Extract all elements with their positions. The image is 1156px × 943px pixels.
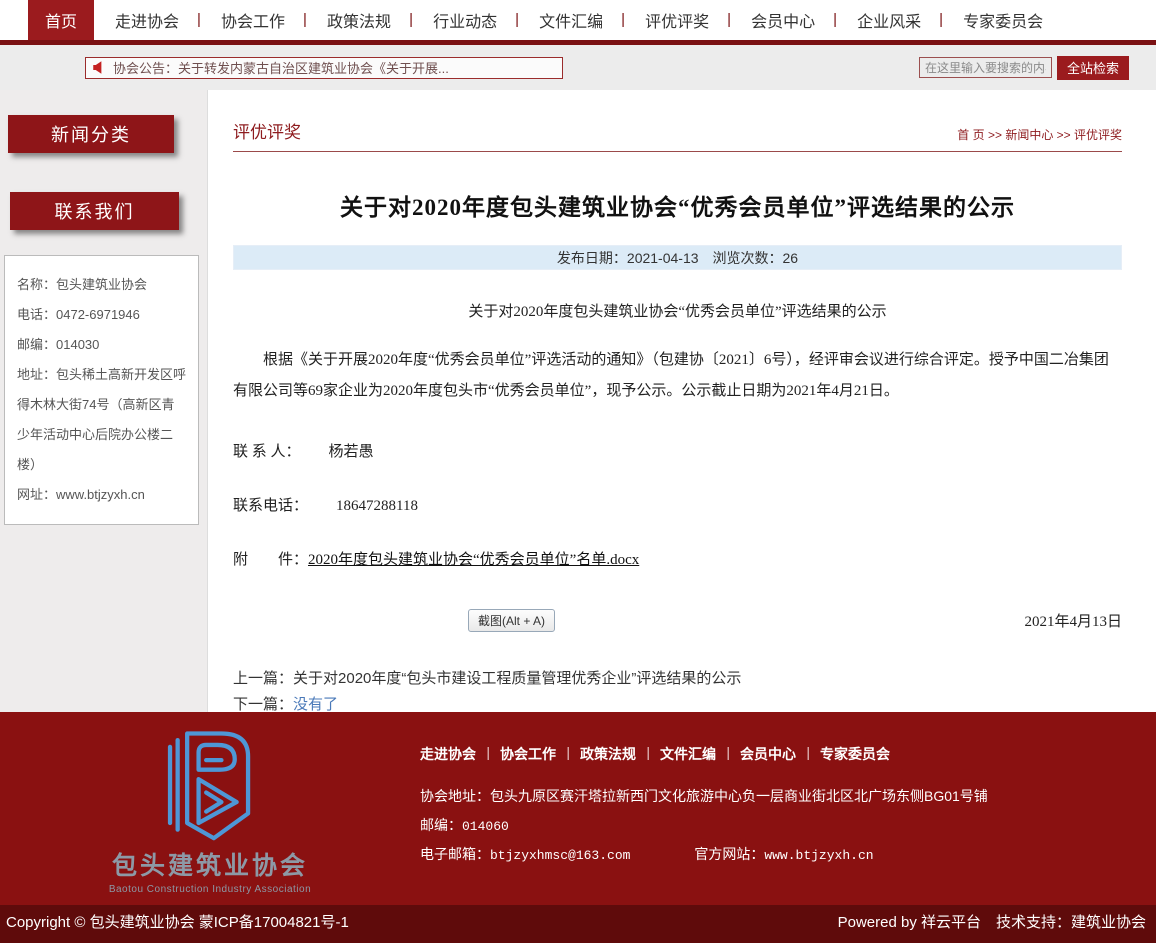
footer-logo-caption: Baotou Construction Industry Association — [109, 884, 311, 895]
footer-link-policies[interactable]: 政策法规 — [580, 744, 650, 764]
nav-item-home[interactable]: 首页 — [28, 0, 94, 40]
contact-phone-label: 联系电话： — [233, 498, 308, 514]
footer: 包头建筑业协会 Baotou Construction Industry Ass… — [0, 712, 1156, 905]
sidebar-news-categories-header[interactable]: 新闻分类 — [8, 115, 174, 153]
announcement-text[interactable]: 关于转发内蒙古自治区建筑业协会《关于开展... — [178, 58, 449, 77]
footer-link-about[interactable]: 走进协会 — [420, 744, 490, 764]
contact-line-phone: 电话：0472-6971946 — [17, 300, 186, 330]
prev-next-block: 上一篇：关于对2020年度“包头市建设工程质量管理优秀企业”评选结果的公示 下一… — [233, 666, 1122, 718]
footer-link-expert-committee[interactable]: 专家委员会 — [820, 744, 904, 764]
speaker-icon — [92, 60, 107, 75]
search-input[interactable] — [919, 57, 1052, 78]
site-search-button[interactable]: 全站检索 — [1057, 56, 1129, 80]
attachment-label: 附 件： — [233, 552, 308, 568]
nav-list: 首页 走进协会 协会工作 政策法规 行业动态 文件汇编 评优评奖 会员中心 企业… — [28, 0, 1064, 40]
contact-phone-value: 18647288118 — [336, 498, 418, 514]
screenshot-row: 截图(Alt + A) 2021年4月13日 — [233, 609, 1122, 632]
article-subtitle: 关于对2020年度包头建筑业协会“优秀会员单位”评选结果的公示 — [233, 300, 1122, 321]
contact-line-address: 地址：包头稀土高新开发区呼得木林大街74号（高新区青少年活动中心后院办公楼二楼） — [17, 360, 186, 480]
footer-email-value: btjzyxhmsc@163.com — [490, 848, 630, 863]
footer-zip-value: 014060 — [462, 819, 509, 834]
footer-email-label: 电子邮箱： — [420, 846, 490, 862]
nav-item-awards[interactable]: 评优评奖 — [624, 0, 730, 40]
article-title: 关于对2020年度包头建筑业协会“优秀会员单位”评选结果的公示 — [233, 188, 1122, 222]
footer-address-label: 协会地址： — [420, 788, 490, 804]
announcement-label: 协会公告： — [113, 58, 178, 77]
contact-name-value: 杨若愚 — [329, 444, 374, 460]
next-label: 下一篇： — [233, 696, 293, 713]
article-meta-bar: 发布日期：2021-04-13 浏览次数：26 — [233, 245, 1122, 270]
attachment-link[interactable]: 2020年度包头建筑业协会“优秀会员单位”名单.docx — [308, 552, 639, 568]
screenshot-button[interactable]: 截图(Alt + A) — [468, 609, 555, 632]
bottom-bar: Copyright © 包头建筑业协会 蒙ICP备17004821号-1 Pow… — [0, 905, 1156, 943]
prev-label: 上一篇： — [233, 670, 293, 687]
sidebar-contact-box: 名称：包头建筑业协会 电话：0472-6971946 邮编：014030 地址：… — [4, 255, 199, 525]
attachment-row: 附 件：2020年度包头建筑业协会“优秀会员单位”名单.docx — [233, 548, 1122, 569]
prev-article-link[interactable]: 关于对2020年度“包头市建设工程质量管理优秀企业”评选结果的公示 — [293, 670, 741, 687]
section-title: 评优评奖 — [233, 118, 301, 143]
announcement-band: 协会公告： 关于转发内蒙古自治区建筑业协会《关于开展... 全站检索 — [0, 45, 1156, 90]
footer-link-documents[interactable]: 文件汇编 — [660, 744, 730, 764]
nav-item-documents[interactable]: 文件汇编 — [518, 0, 624, 40]
sidebar-contact-header[interactable]: 联系我们 — [10, 192, 179, 230]
nav-item-about[interactable]: 走进协会 — [94, 0, 200, 40]
footer-zip-row: 邮编：014060 — [420, 815, 988, 835]
footer-address-row: 协会地址：包头九原区赛汗塔拉新西门文化旅游中心负一层商业街北区北广场东侧BG01… — [420, 786, 988, 806]
footer-info-block: 走进协会 协会工作 政策法规 文件汇编 会员中心 专家委员会 协会地址：包头九原… — [420, 712, 988, 905]
footer-logo-name: 包头建筑业协会 — [112, 846, 308, 882]
footer-link-association-work[interactable]: 协会工作 — [500, 744, 570, 764]
article-paragraph: 根据《关于开展2020年度“优秀会员单位”评选活动的通知》（包建协〔2021〕6… — [233, 345, 1122, 407]
footer-address-value: 包头九原区赛汗塔拉新西门文化旅游中心负一层商业街北区北广场东侧BG01号铺 — [490, 788, 988, 804]
prev-article-row: 上一篇：关于对2020年度“包头市建设工程质量管理优秀企业”评选结果的公示 — [233, 666, 1122, 692]
next-article-link[interactable]: 没有了 — [293, 696, 338, 713]
content-header: 评优评奖 首 页 >> 新闻中心 >> 评优评奖 — [233, 118, 1122, 152]
copyright-text: Copyright © 包头建筑业协会 蒙ICP备17004821号-1 — [6, 911, 349, 932]
search-area: 全站检索 — [919, 56, 1129, 80]
contact-line-zip: 邮编：014030 — [17, 330, 186, 360]
footer-email-row: 电子邮箱：btjzyxhmsc@163.com 官方网站：www.btjzyxh… — [420, 844, 988, 864]
contact-line-name: 名称：包头建筑业协会 — [17, 270, 186, 300]
contact-name-row: 联 系 人： 杨若愚 — [233, 440, 1122, 461]
top-navigation: 首页 走进协会 协会工作 政策法规 行业动态 文件汇编 评优评奖 会员中心 企业… — [0, 0, 1156, 40]
footer-site-value: www.btjzyxh.cn — [764, 848, 873, 863]
sidebar: 新闻分类 联系我们 名称：包头建筑业协会 电话：0472-6971946 邮编：… — [0, 90, 208, 712]
footer-zip-label: 邮编： — [420, 817, 462, 833]
main-region: 新闻分类 联系我们 名称：包头建筑业协会 电话：0472-6971946 邮编：… — [0, 90, 1156, 712]
footer-logo-block: 包头建筑业协会 Baotou Construction Industry Ass… — [0, 712, 420, 905]
footer-site-label: 官方网站： — [694, 846, 764, 862]
nav-item-enterprise[interactable]: 企业风采 — [836, 0, 942, 40]
contact-name-label: 联 系 人： — [233, 444, 301, 460]
footer-link-member-center[interactable]: 会员中心 — [740, 744, 810, 764]
breadcrumb[interactable]: 首 页 >> 新闻中心 >> 评优评奖 — [957, 126, 1122, 143]
nav-item-policies[interactable]: 政策法规 — [306, 0, 412, 40]
contact-phone-row: 联系电话： 18647288118 — [233, 494, 1122, 515]
footer-links: 走进协会 协会工作 政策法规 文件汇编 会员中心 专家委员会 — [420, 744, 988, 764]
nav-item-industry-news[interactable]: 行业动态 — [412, 0, 518, 40]
powered-by-text: Powered by 祥云平台 技术支持：建筑业协会 — [838, 911, 1146, 932]
article-panel: 评优评奖 首 页 >> 新闻中心 >> 评优评奖 关于对2020年度包头建筑业协… — [208, 90, 1156, 712]
association-logo-icon — [151, 724, 269, 842]
contact-line-website: 网址：www.btjzyxh.cn — [17, 480, 186, 510]
nav-item-member-center[interactable]: 会员中心 — [730, 0, 836, 40]
nav-item-association-work[interactable]: 协会工作 — [200, 0, 306, 40]
nav-item-expert-committee[interactable]: 专家委员会 — [942, 0, 1064, 40]
article-date: 2021年4月13日 — [1024, 610, 1122, 631]
announcement-box: 协会公告： 关于转发内蒙古自治区建筑业协会《关于开展... — [85, 57, 563, 79]
